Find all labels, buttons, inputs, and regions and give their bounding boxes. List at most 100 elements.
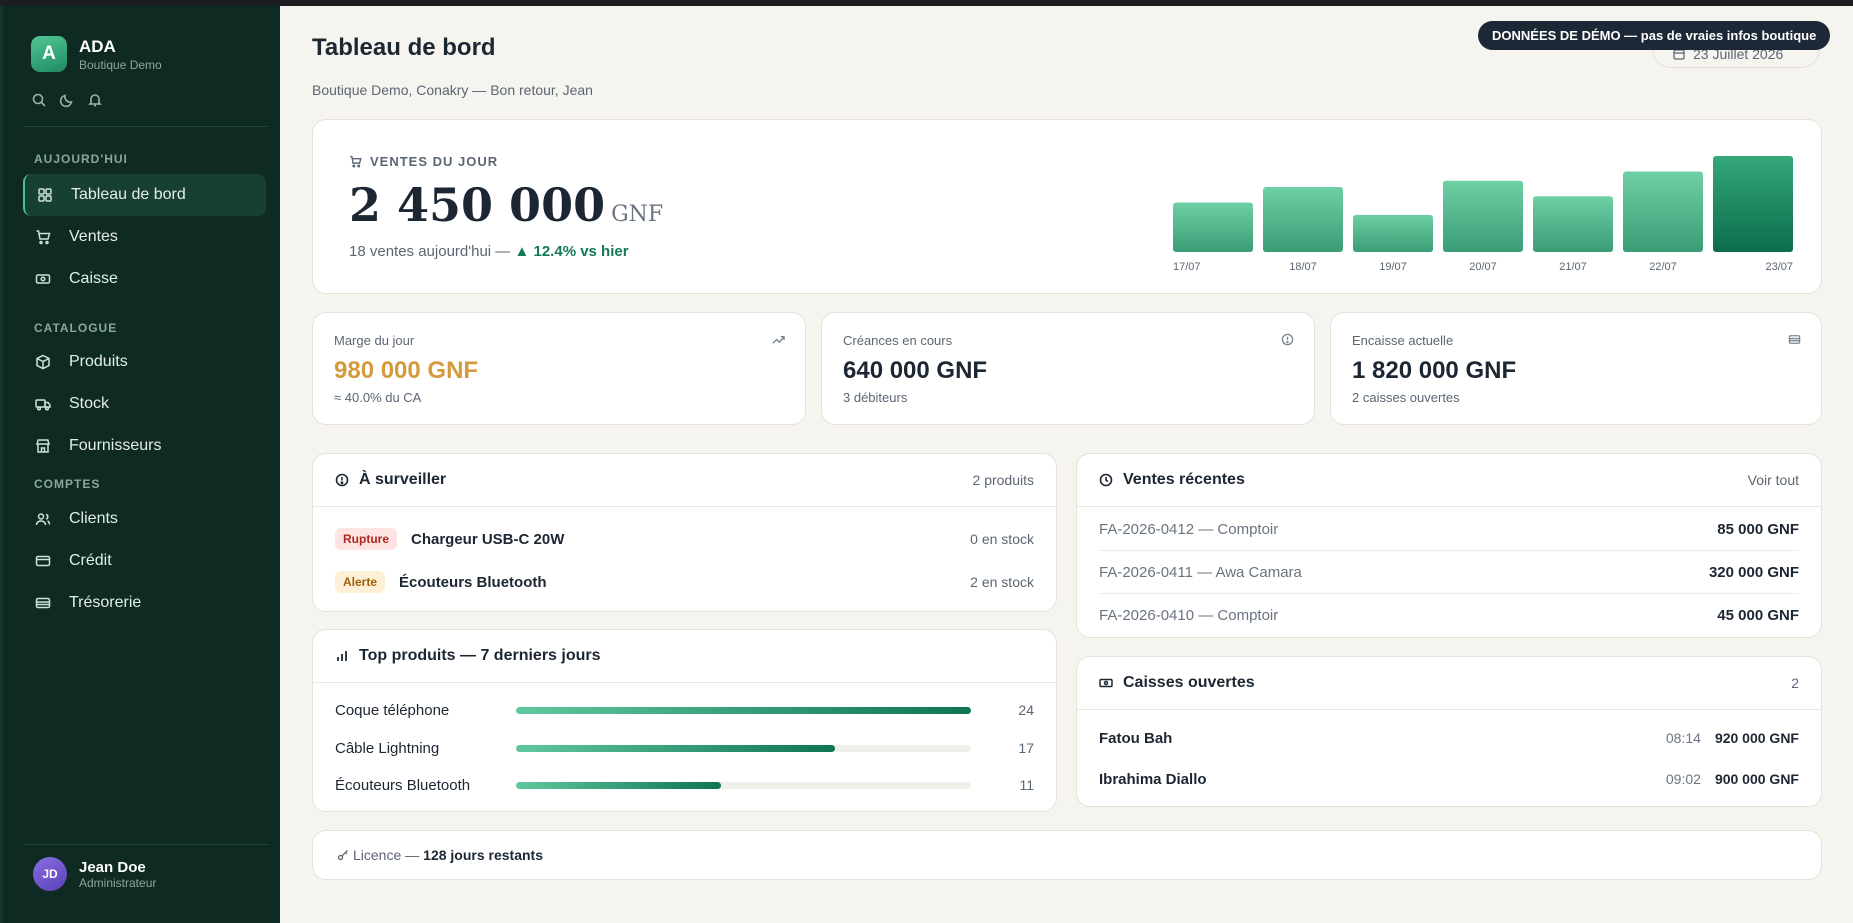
user-name: Jean Doe: [79, 858, 146, 876]
sidebar-item-stock[interactable]: Stock: [23, 383, 266, 425]
user-profile[interactable]: JD Jean Doe Administrateur: [33, 857, 156, 891]
list-item[interactable]: Écouteurs Bluetooth 11: [335, 775, 1034, 795]
list-item[interactable]: Câble Lightning 17: [335, 738, 1034, 758]
sales-count: 17: [1018, 740, 1034, 756]
kpi-sub: 2 caisses ouvertes: [1352, 390, 1460, 405]
sidebar-item-label: Caisse: [69, 270, 118, 287]
cart-icon: [35, 229, 51, 245]
table-row[interactable]: FA-2026-0411 — Awa Camara 320 000 GNF: [1099, 551, 1799, 594]
list-item[interactable]: Rupture Chargeur USB-C 20W 0 en stock: [335, 526, 1034, 552]
sales-count: 24: [1018, 702, 1034, 718]
chart-bar[interactable]: [1713, 156, 1793, 252]
chart-bar[interactable]: [1623, 171, 1703, 252]
user-role: Administrateur: [79, 875, 157, 890]
kpi-sub: 3 débiteurs: [843, 390, 908, 405]
sales-today-summary: 18 ventes aujourd'hui — ▲ 12.4% vs hier: [349, 243, 629, 260]
grid-icon: [37, 187, 53, 203]
cashier-time: 09:02: [1665, 771, 1701, 787]
key-icon: [337, 849, 349, 861]
watch-panel: À surveiller 2 produits Rupture Chargeur…: [312, 453, 1057, 612]
card-icon: [35, 553, 51, 569]
kpi-label: Marge du jour: [334, 333, 415, 348]
kpi-sub: ≈ 40.0% du CA: [334, 390, 422, 405]
chart-bar[interactable]: [1263, 186, 1343, 252]
page-subtitle: Boutique Demo, Conakry — Bon retour, Jea…: [312, 82, 593, 98]
table-row[interactable]: FA-2026-0410 — Comptoir 45 000 GNF: [1099, 594, 1799, 637]
licence-banner: Licence — 128 jours restants: [312, 830, 1822, 880]
sidebar-item-credit[interactable]: Crédit: [23, 540, 266, 582]
product-name: Chargeur USB-C 20W: [411, 530, 565, 548]
kpi-margin: Marge du jour 980 000 GNF ≈ 40.0% du CA: [312, 312, 806, 425]
panel-header: Caisses ouvertes 2: [1077, 657, 1821, 710]
licence-label: Licence —: [353, 847, 420, 863]
sales-bar: [516, 706, 971, 714]
cashier-name: Fatou Bah: [1099, 729, 1173, 747]
kpi-value: 980 000 GNF: [334, 357, 479, 384]
sidebar-item-label: Trésorerie: [69, 594, 142, 611]
trending-up-icon: [772, 333, 785, 346]
chart-bar[interactable]: [1353, 214, 1433, 252]
chart-tick-label: 21/07: [1559, 261, 1587, 273]
sales-bar-fill: [516, 744, 835, 752]
sales-count: 11: [1019, 777, 1034, 793]
sales-today-card: VENTES DU JOUR 2 450 000 GNF 18 ventes au…: [312, 119, 1822, 294]
recent-sales-panel: Ventes récentes Voir tout FA-2026-0412 —…: [1076, 453, 1822, 638]
brand[interactable]: A ADA Boutique Demo: [31, 36, 162, 72]
search-icon[interactable]: [31, 92, 47, 108]
alert-circle-icon: [335, 473, 349, 487]
chart-tick-label: 20/07: [1469, 261, 1497, 273]
invoice-amount: 45 000 GNF: [1717, 607, 1799, 624]
sales-count: 18 ventes aujourd'hui —: [349, 243, 511, 260]
chart-tick-label: 18/07: [1289, 261, 1317, 273]
list-item[interactable]: Fatou Bah 08:14 920 000 GNF: [1099, 727, 1799, 749]
sidebar-item-caisse[interactable]: Caisse: [23, 258, 266, 300]
cashier-amount: 920 000 GNF: [1714, 730, 1799, 746]
panel-title: À surveiller: [359, 471, 447, 488]
sidebar-item-ventes[interactable]: Ventes: [23, 216, 266, 258]
sidebar-item-fournisseurs[interactable]: Fournisseurs: [23, 425, 266, 467]
list-item[interactable]: Alerte Écouteurs Bluetooth 2 en stock: [335, 569, 1034, 595]
moon-icon[interactable]: [59, 92, 75, 108]
sidebar-item-label: Fournisseurs: [69, 437, 162, 454]
cashier-amount: 900 000 GNF: [1714, 771, 1799, 787]
stock-count: 2 en stock: [970, 574, 1034, 590]
sales-bar: [516, 781, 971, 789]
list-item[interactable]: Coque téléphone 24: [335, 700, 1034, 720]
chart-bar[interactable]: [1443, 180, 1523, 252]
chart-bar[interactable]: [1173, 202, 1253, 252]
clock-icon: [1099, 473, 1113, 487]
sales-today-amount: 2 450 000 GNF: [349, 178, 663, 232]
sidebar: A ADA Boutique Demo AUJOURD'HUI Tableau …: [0, 6, 280, 923]
sidebar-item-produits[interactable]: Produits: [23, 341, 266, 383]
kpi-cash: Encaisse actuelle 1 820 000 GNF 2 caisse…: [1330, 312, 1822, 425]
table-row[interactable]: FA-2026-0412 — Comptoir 85 000 GNF: [1099, 508, 1799, 551]
sales-today-value: 2 450 000: [349, 178, 606, 232]
kpi-label: Encaisse actuelle: [1352, 333, 1454, 348]
panel-header: À surveiller 2 produits: [313, 454, 1056, 507]
panel-title: Top produits — 7 derniers jours: [359, 647, 601, 664]
alert-circle-icon: [1281, 333, 1294, 346]
top-products-panel: Top produits — 7 derniers jours Coque té…: [312, 629, 1057, 812]
chart-bar[interactable]: [1533, 196, 1613, 252]
status-badge: Alerte: [335, 571, 386, 593]
sales-7-days-chart: 17/07 18/07 19/07 20/07 21/07 22/07 23/07: [1173, 156, 1793, 273]
sidebar-item-label: Produits: [69, 353, 128, 370]
product-name: Écouteurs Bluetooth: [399, 573, 547, 591]
chart-tick-label: 22/07: [1649, 261, 1677, 273]
sidebar-item-tresorerie[interactable]: Trésorerie: [23, 582, 266, 624]
chart-tick-label: 19/07: [1379, 261, 1407, 273]
sidebar-item-dashboard[interactable]: Tableau de bord: [23, 174, 266, 216]
sidebar-item-clients[interactable]: Clients: [23, 498, 266, 540]
status-badge: Rupture: [335, 528, 397, 550]
bell-icon[interactable]: [87, 92, 103, 108]
list-item[interactable]: Ibrahima Diallo 09:02 900 000 GNF: [1099, 768, 1799, 790]
invoice-amount: 320 000 GNF: [1708, 563, 1799, 581]
kpi-receivables: Créances en cours 640 000 GNF 3 débiteur…: [821, 312, 1315, 425]
sidebar-tools: [31, 92, 103, 108]
product-name: Câble Lightning: [335, 739, 440, 757]
kpi-value: 1 820 000 GNF: [1352, 357, 1517, 384]
invoice-amount: 85 000 GNF: [1717, 520, 1799, 538]
sales-bar: [516, 744, 971, 752]
panel-count: 2: [1791, 675, 1799, 691]
view-all-link[interactable]: Voir tout: [1748, 472, 1799, 488]
